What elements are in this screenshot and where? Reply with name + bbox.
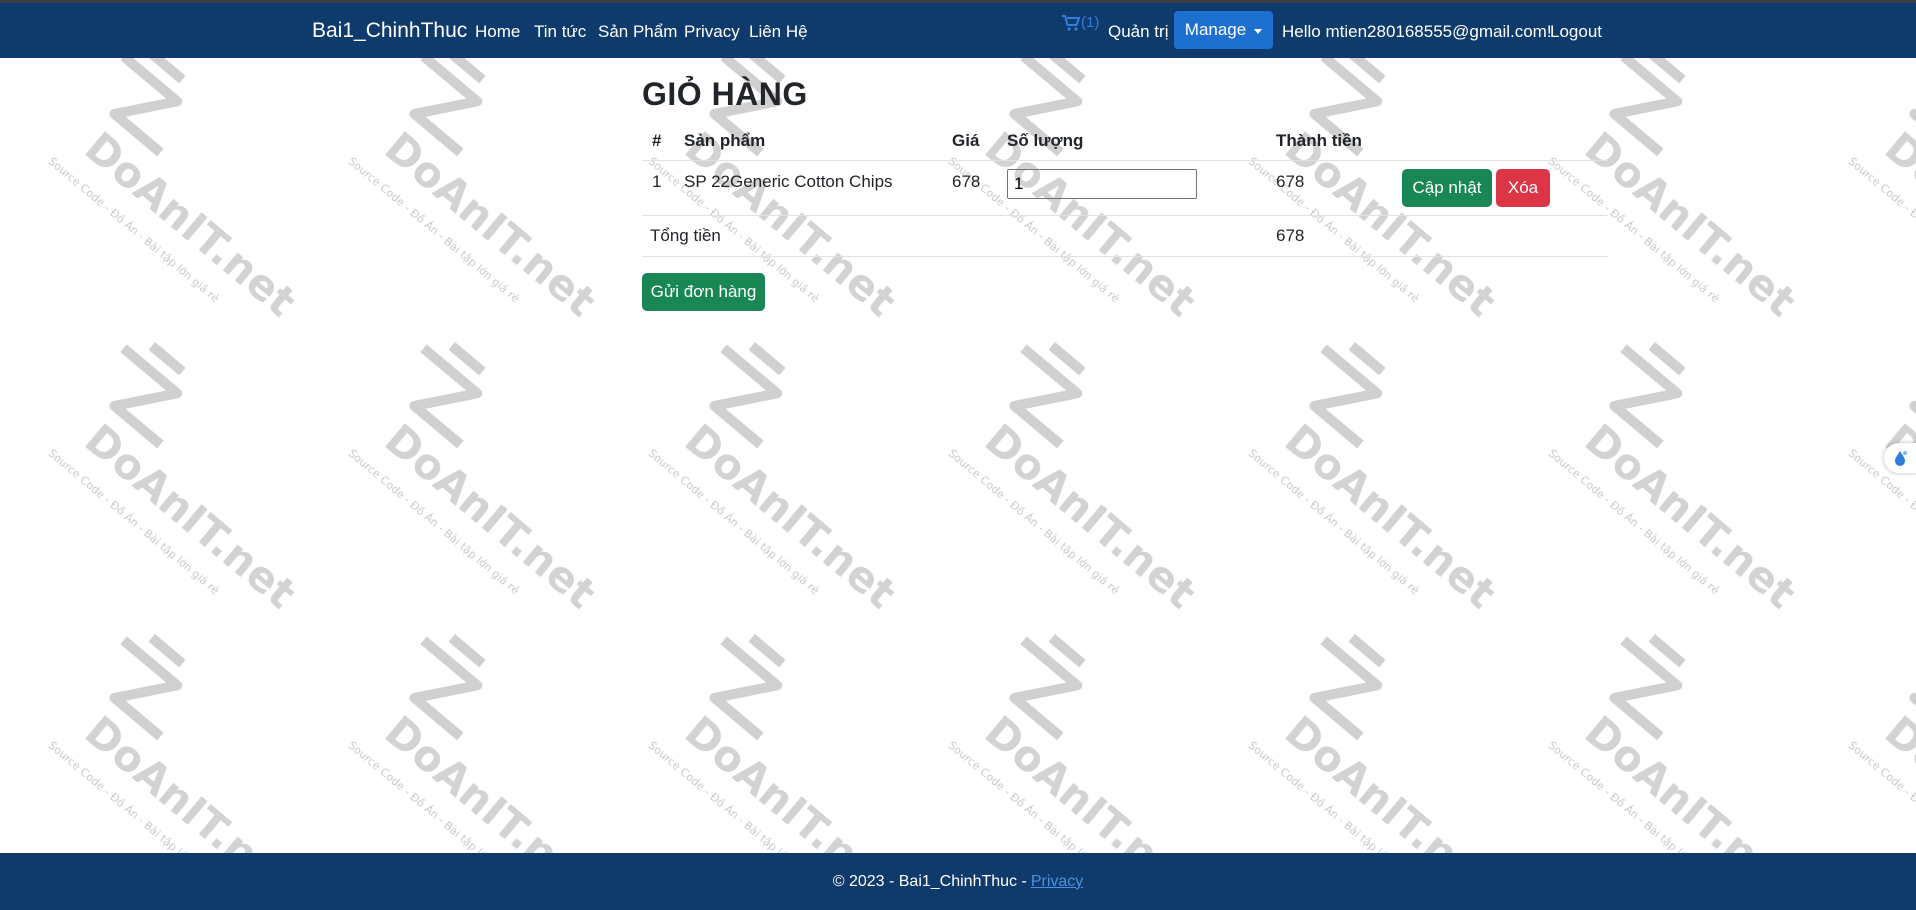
svg-text:Source Code - Đồ Án - Bài tập: Source Code - Đồ Án - Bài tập lớn giá rẻ <box>46 155 222 306</box>
svg-text:Source Code - Đồ Án - Bài tập: Source Code - Đồ Án - Bài tập lớn giá rẻ <box>646 739 822 853</box>
nav-news[interactable]: Tin tức <box>534 22 586 42</box>
logout-link[interactable]: Logout <box>1550 22 1602 42</box>
total-value: 678 <box>1276 226 1305 245</box>
svg-text:Source Code - Đồ Án - Bài tập: Source Code - Đồ Án - Bài tập lớn giá rẻ <box>1246 447 1422 598</box>
header-index: # <box>652 131 662 150</box>
svg-text:DoAnIT.net: DoAnIT.net <box>1876 706 1916 853</box>
footer-copyright: © 2023 - Bai1_ChinhThuc - <box>832 872 1027 890</box>
cart-count: (1) <box>1081 14 1100 31</box>
svg-text:Source Code - Đồ Án - Bài tập: Source Code - Đồ Án - Bài tập lớn giá rẻ <box>1246 155 1422 306</box>
svg-text:DoAnIT.net: DoAnIT.net <box>1576 706 1800 853</box>
header-price: Giá <box>952 131 980 150</box>
svg-text:DoAnIT.net: DoAnIT.net <box>1276 706 1500 853</box>
row-product: SP 22Generic Cotton Chips <box>684 172 893 191</box>
watermark-tile: DoAnIT.netSource Code - Đồ Án - Bài tập … <box>46 342 300 618</box>
nav-products[interactable]: Sản Phẩm <box>598 22 677 42</box>
row-price: 678 <box>952 172 981 191</box>
nav-privacy[interactable]: Privacy <box>684 22 740 42</box>
svg-text:DoAnIT.net: DoAnIT.net <box>376 414 600 618</box>
row-divider <box>642 215 1608 216</box>
svg-text:DoAnIT.net: DoAnIT.net <box>376 706 600 853</box>
watermark-tile: DoAnIT.netSource Code - Đồ Án - Bài tập … <box>46 634 300 853</box>
manage-dropdown-button[interactable]: Manage <box>1174 11 1273 49</box>
watermark-tile: DoAnIT.netSource Code - Đồ Án - Bài tập … <box>46 58 300 326</box>
watermark-tile: DoAnIT.netSource Code - Đồ Án - Bài tập … <box>1846 58 1916 326</box>
svg-text:DoAnIT.net: DoAnIT.net <box>1276 122 1500 326</box>
delete-button[interactable]: Xóa <box>1496 169 1550 207</box>
header-divider <box>642 160 1608 161</box>
svg-text:DoAnIT.net: DoAnIT.net <box>1576 414 1800 618</box>
update-button[interactable]: Cập nhật <box>1402 169 1492 207</box>
total-divider <box>642 256 1608 257</box>
row-subtotal: 678 <box>1276 172 1305 191</box>
svg-text:DoAnIT.net: DoAnIT.net <box>376 122 600 326</box>
svg-text:DoAnIT.net: DoAnIT.net <box>1276 414 1500 618</box>
svg-text:DoAnIT.net: DoAnIT.net <box>1576 122 1800 326</box>
svg-text:Source Code - Đồ Án - Bài tập: Source Code - Đồ Án - Bài tập lớn giá rẻ <box>1546 739 1722 853</box>
nav-home[interactable]: Home <box>475 22 520 42</box>
svg-text:DoAnIT.net: DoAnIT.net <box>676 706 900 853</box>
watermark-tile: DoAnIT.netSource Code - Đồ Án - Bài tập … <box>946 634 1200 853</box>
user-greeting[interactable]: Hello mtien280168555@gmail.com! <box>1282 22 1552 42</box>
watermark-tile: DoAnIT.netSource Code - Đồ Án - Bài tập … <box>946 58 1200 326</box>
brand-link[interactable]: Bai1_ChinhThuc <box>312 19 467 43</box>
caret-down-icon <box>1254 28 1263 34</box>
total-label: Tổng tiền <box>650 226 721 245</box>
svg-text:Source Code - Đồ Án - Bài tập: Source Code - Đồ Án - Bài tập lớn giá rẻ <box>346 155 522 306</box>
watermark-tile: DoAnIT.netSource Code - Đồ Án - Bài tập … <box>346 342 600 618</box>
header-subtotal: Thành tiền <box>1276 131 1362 150</box>
svg-text:Source Code - Đồ Án - Bài tập: Source Code - Đồ Án - Bài tập lớn giá rẻ <box>346 739 522 853</box>
submit-order-button[interactable]: Gửi đơn hàng <box>642 273 765 311</box>
svg-text:DoAnIT.net: DoAnIT.net <box>976 706 1200 853</box>
watermark-tile: DoAnIT.netSource Code - Đồ Án - Bài tập … <box>346 58 600 326</box>
svg-text:Source Code - Đồ Án - Bài tập: Source Code - Đồ Án - Bài tập lớn giá rẻ <box>46 739 222 853</box>
quantity-input[interactable] <box>1007 169 1197 199</box>
header-quantity: Số lượng <box>1007 131 1084 150</box>
watermark-tile: DoAnIT.netSource Code - Đồ Án - Bài tập … <box>1246 342 1500 618</box>
page-title: GIỎ HÀNG <box>642 76 808 112</box>
nav-contact[interactable]: Liên Hệ <box>749 22 808 42</box>
watermark-tile: DoAnIT.netSource Code - Đồ Án - Bài tập … <box>346 634 600 853</box>
svg-text:Source Code - Đồ Án - Bài tập: Source Code - Đồ Án - Bài tập lớn giá rẻ <box>1546 155 1722 306</box>
watermark-tile: DoAnIT.netSource Code - Đồ Án - Bài tập … <box>646 634 900 853</box>
cart-link[interactable]: (1) <box>1062 14 1099 31</box>
watermark-tile: DoAnIT.netSource Code - Đồ Án - Bài tập … <box>646 342 900 618</box>
nav-admin[interactable]: Quản trị <box>1108 22 1168 42</box>
cart-icon <box>1062 14 1080 31</box>
svg-text:Source Code - Đồ Án - Bài tập: Source Code - Đồ Án - Bài tập lớn giá rẻ <box>946 447 1122 598</box>
side-widget-icon <box>1895 451 1907 466</box>
svg-text:Source Code - Đồ Án - Bài tập: Source Code - Đồ Án - Bài tập lớn giá rẻ <box>946 739 1122 853</box>
svg-text:Source Code - Đồ Án - Bài tập: Source Code - Đồ Án - Bài tập lớn giá rẻ <box>1846 739 1916 853</box>
watermark-tile: DoAnIT.netSource Code - Đồ Án - Bài tập … <box>946 342 1200 618</box>
footer: © 2023 - Bai1_ChinhThuc - Privacy <box>0 853 1916 910</box>
side-widget[interactable] <box>1884 443 1916 473</box>
row-index: 1 <box>652 172 662 191</box>
watermark-tile: DoAnIT.netSource Code - Đồ Án - Bài tập … <box>1546 342 1800 618</box>
svg-text:DoAnIT.net: DoAnIT.net <box>976 414 1200 618</box>
watermark-tile: DoAnIT.netSource Code - Đồ Án - Bài tập … <box>1546 634 1800 853</box>
header-product: Sản phẩm <box>684 131 766 150</box>
manage-label: Manage <box>1184 20 1247 39</box>
svg-text:Source Code - Đồ Án - Bài tập: Source Code - Đồ Án - Bài tập lớn giá rẻ <box>346 447 522 598</box>
svg-text:Source Code - Đồ Án - Bài tập: Source Code - Đồ Án - Bài tập lớn giá rẻ <box>1846 155 1916 306</box>
svg-text:DoAnIT.net: DoAnIT.net <box>676 414 900 618</box>
svg-text:Source Code - Đồ Án - Bài tập: Source Code - Đồ Án - Bài tập lớn giá rẻ <box>46 447 222 598</box>
svg-text:DoAnIT.net: DoAnIT.net <box>76 414 300 618</box>
svg-text:Source Code - Đồ Án - Bài tập: Source Code - Đồ Án - Bài tập lớn giá rẻ <box>1246 739 1422 853</box>
watermark-tile: DoAnIT.netSource Code - Đồ Án - Bài tập … <box>1846 342 1916 618</box>
footer-privacy-link[interactable]: Privacy <box>1031 873 1083 891</box>
svg-text:DoAnIT.net: DoAnIT.net <box>976 122 1200 326</box>
svg-text:DoAnIT.net: DoAnIT.net <box>76 706 300 853</box>
navbar: Bai1_ChinhThuc Home Tin tức Sản Phẩm Pri… <box>0 3 1916 58</box>
svg-text:Source Code - Đồ Án - Bài tập: Source Code - Đồ Án - Bài tập lớn giá rẻ <box>646 447 822 598</box>
watermark-tile: DoAnIT.netSource Code - Đồ Án - Bài tập … <box>1246 634 1500 853</box>
svg-text:DoAnIT.net: DoAnIT.net <box>76 122 300 326</box>
svg-text:DoAnIT.net: DoAnIT.net <box>1876 122 1916 326</box>
watermark-tile: DoAnIT.netSource Code - Đồ Án - Bài tập … <box>1846 634 1916 853</box>
svg-text:Source Code - Đồ Án - Bài tập: Source Code - Đồ Án - Bài tập lớn giá rẻ <box>1546 447 1722 598</box>
